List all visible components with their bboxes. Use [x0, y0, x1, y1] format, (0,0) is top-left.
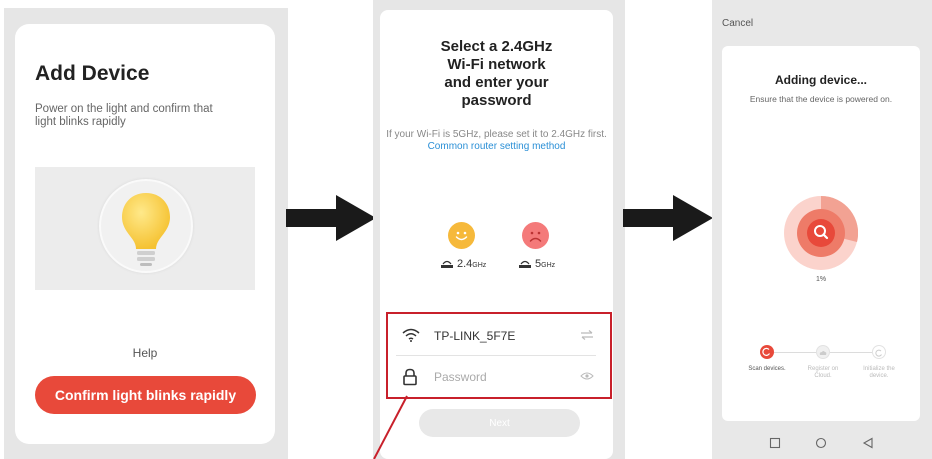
power-on-reminder: Ensure that the device is powered on.: [749, 94, 893, 104]
right-arrow-icon: [286, 195, 376, 241]
title-line: Wi-Fi network: [447, 56, 546, 73]
step-cloud-indicator: [816, 345, 830, 359]
band-unit: GHz: [541, 262, 556, 269]
router-icon: [441, 261, 453, 269]
router-icon: [519, 261, 531, 269]
setup-steps: Scan devices. Register on Cloud. Initial…: [722, 340, 920, 400]
progress-ring: [784, 196, 858, 270]
happy-face-icon: [448, 222, 475, 249]
refresh-icon: [762, 347, 771, 356]
band-5ghz: 5GHz: [518, 258, 555, 270]
divider: [396, 355, 596, 356]
android-navigation-bar: [712, 430, 932, 459]
light-bulb-icon: [122, 193, 170, 266]
network-name: TP-LINK_5F7E: [434, 329, 516, 343]
band-unit: GHz: [472, 262, 487, 269]
swap-arrows-icon[interactable]: [580, 330, 594, 340]
page-title: Add Device: [35, 62, 150, 85]
progress-percent: 1%: [815, 276, 827, 283]
cloud-icon: [819, 351, 827, 355]
band-notice-text: If your Wi-Fi is 5GHz, please set it to …: [386, 129, 607, 140]
right-arrow-icon: [623, 195, 713, 241]
eye-icon[interactable]: [580, 371, 594, 381]
password-row[interactable]: Password: [388, 357, 610, 397]
step-label: Initialize the device.: [863, 366, 895, 379]
title-line: and enter your: [444, 74, 549, 91]
step-label: Register on Cloud.: [807, 366, 839, 379]
lock-icon: [403, 368, 417, 386]
page-title: Adding device...: [774, 73, 867, 87]
bulb-circle: [99, 179, 193, 273]
title-line: password: [461, 92, 532, 109]
wifi-credentials-form: TP-LINK_5F7E Password: [386, 312, 612, 399]
step-label: Scan devices.: [748, 366, 786, 372]
title-line: Select a 2.4GHz: [440, 38, 553, 55]
band-notice: If your Wi-Fi is 5GHz, please set it to …: [385, 129, 608, 153]
light-bulb-illustration: [35, 167, 255, 290]
band-value: 2.4: [457, 258, 473, 270]
callout-pointer-line: [373, 395, 408, 459]
back-icon[interactable]: [862, 437, 874, 449]
step-connector: [774, 352, 816, 353]
home-icon[interactable]: [815, 437, 827, 449]
sad-face-icon: [522, 222, 549, 249]
confirm-light-blinks-button[interactable]: Confirm light blinks rapidly: [35, 376, 256, 414]
instruction-text: Power on the light and confirm that ligh…: [35, 103, 213, 128]
password-field[interactable]: Password: [434, 370, 487, 384]
step-scan-indicator: [760, 345, 774, 359]
next-button[interactable]: Next: [419, 409, 580, 437]
step-init-indicator: [872, 345, 886, 359]
recent-apps-icon[interactable]: [769, 437, 781, 449]
help-link[interactable]: Help: [0, 346, 290, 360]
wifi-icon: [402, 328, 420, 342]
router-setting-link[interactable]: Common router setting method: [428, 141, 566, 152]
cancel-button[interactable]: Cancel: [722, 18, 753, 29]
step-connector: [830, 352, 872, 353]
band-2-4ghz: 2.4GHz: [440, 258, 486, 270]
network-select-row[interactable]: TP-LINK_5F7E: [388, 316, 610, 356]
refresh-icon: [875, 349, 882, 357]
page-title: Select a 2.4GHz Wi-Fi network and enter …: [380, 38, 613, 110]
